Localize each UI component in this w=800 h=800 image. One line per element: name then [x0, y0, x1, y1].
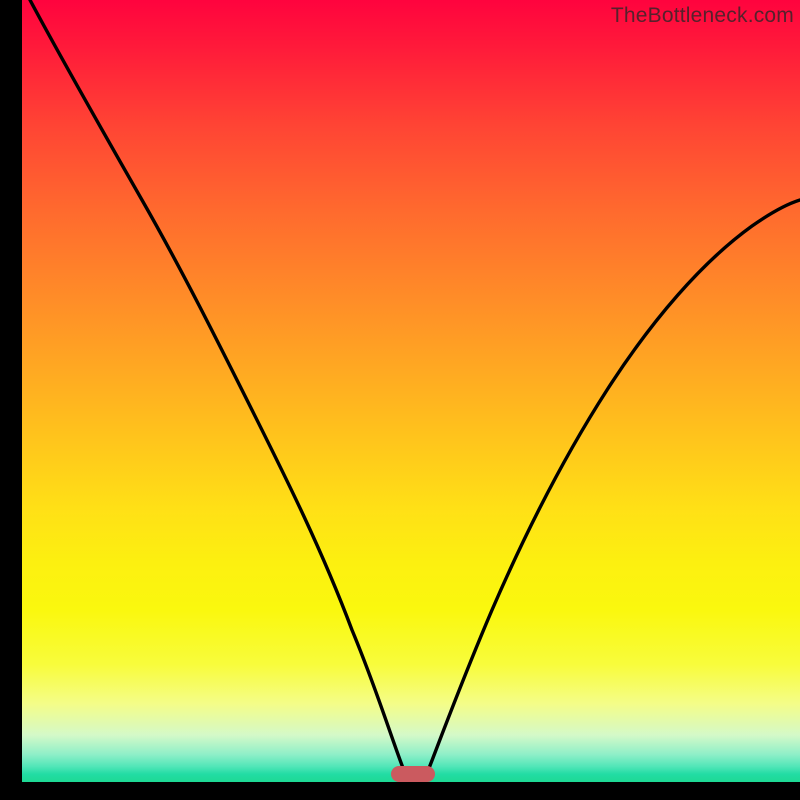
min-point-marker — [391, 766, 435, 782]
chart-frame: TheBottleneck.com — [0, 0, 800, 800]
plot-gradient-background — [22, 0, 800, 782]
watermark-text: TheBottleneck.com — [611, 4, 794, 28]
